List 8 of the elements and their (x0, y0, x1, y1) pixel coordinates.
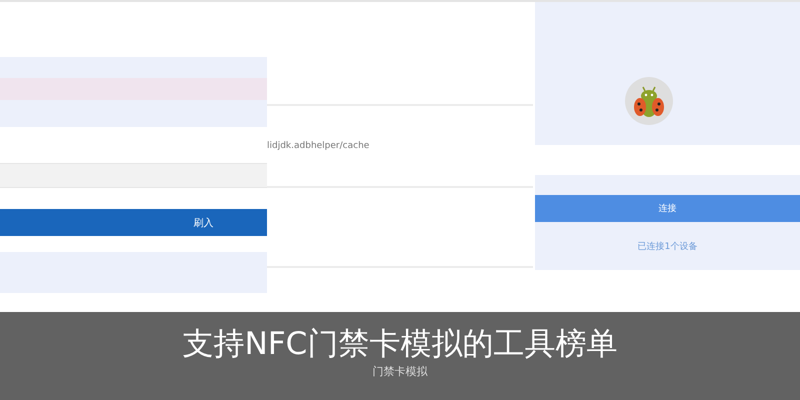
flash-button[interactable]: 刷入 (0, 209, 267, 236)
ladybug-icon (624, 77, 672, 125)
input-field[interactable] (0, 163, 267, 188)
path-text: lidjdk.adbhelper/cache (267, 141, 370, 151)
status-text: 已连接1个设备 (638, 240, 698, 252)
connect-button[interactable]: 连接 (535, 195, 800, 222)
caption-title: 支持NFC门禁卡模拟的工具榜单 (182, 325, 618, 364)
caption-subtitle: 门禁卡模拟 (372, 364, 428, 380)
